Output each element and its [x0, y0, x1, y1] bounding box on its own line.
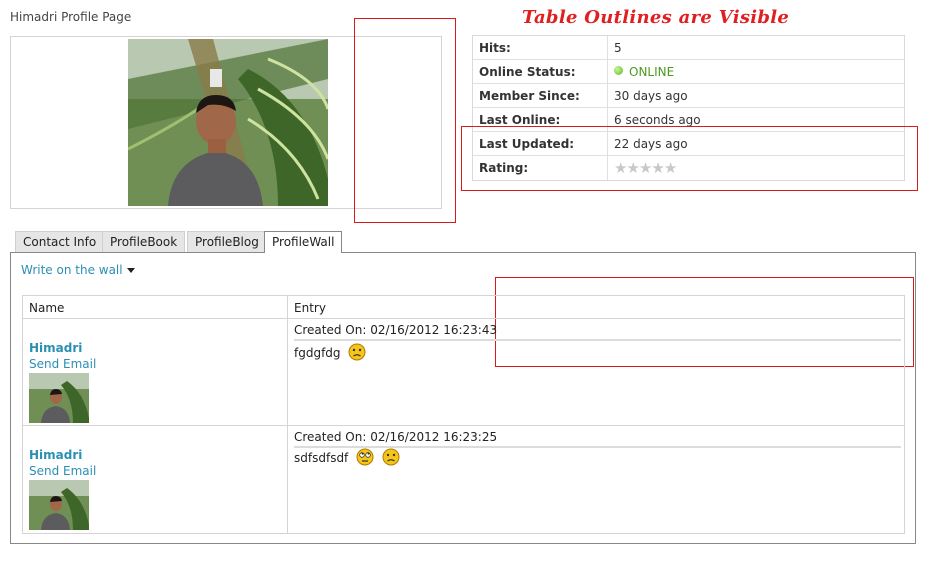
- column-header-entry: Entry: [294, 301, 326, 315]
- column-header-name: Name: [29, 301, 65, 315]
- sad-smiley-icon: [348, 343, 366, 364]
- table-row: Himadri Send Email Created On: 02/16/201…: [23, 426, 904, 533]
- entry-text: sdfsdfsdf: [294, 448, 400, 469]
- online-status-text: ONLINE: [629, 65, 675, 79]
- send-email-link[interactable]: Send Email: [29, 357, 96, 371]
- write-on-wall-label: Write on the wall: [21, 263, 123, 277]
- wall-table: Name Entry Himadri Send Email Created On…: [22, 295, 905, 534]
- caret-down-icon: [126, 268, 135, 273]
- page-title: Himadri Profile Page: [10, 10, 132, 24]
- info-value: 30 days ago: [614, 89, 688, 103]
- online-status: ONLINE: [608, 60, 674, 83]
- author-avatar[interactable]: [29, 373, 89, 423]
- tab-profilewall[interactable]: ProfileWall: [264, 231, 343, 253]
- info-value: 5: [614, 41, 622, 55]
- info-row-hits: Hits: 5: [473, 36, 904, 60]
- created-on: Created On: 02/16/2012 16:23:43: [294, 323, 498, 337]
- tab-profilebook[interactable]: ProfileBook: [102, 231, 186, 252]
- annotation-title: Table Outlines are Visible: [522, 7, 790, 28]
- entry-separator: [294, 339, 901, 341]
- wall-table-header: Name Entry: [23, 296, 904, 319]
- tab-profileblog[interactable]: ProfileBlog: [187, 231, 267, 252]
- entry-message: sdfsdfsdf: [294, 451, 349, 465]
- info-label: Member Since:: [473, 84, 608, 107]
- annotation-outline: [461, 126, 918, 191]
- annotation-outline: [354, 18, 456, 223]
- entry-text: fgdgfdg: [294, 343, 366, 364]
- send-email-link[interactable]: Send Email: [29, 464, 96, 478]
- entry-message: fgdgfdg: [294, 346, 341, 360]
- table-row: Himadri Send Email Created On: 02/16/201…: [23, 319, 904, 426]
- author-link[interactable]: Himadri: [29, 341, 82, 355]
- online-dot-icon: [614, 66, 623, 75]
- info-label: Hits:: [473, 36, 608, 59]
- rolling-eyes-smiley-icon: [356, 448, 374, 469]
- info-row-online-status: Online Status: ONLINE: [473, 60, 904, 84]
- info-row-member-since: Member Since: 30 days ago: [473, 84, 904, 108]
- sad-smiley-icon: [382, 448, 400, 469]
- info-label: Online Status:: [473, 60, 608, 83]
- profile-photo: [128, 39, 328, 206]
- tab-contact-info[interactable]: Contact Info: [15, 231, 105, 252]
- write-on-wall-link[interactable]: Write on the wall: [21, 263, 135, 277]
- author-link[interactable]: Himadri: [29, 448, 82, 462]
- created-on: Created On: 02/16/2012 16:23:25: [294, 430, 498, 444]
- author-avatar[interactable]: [29, 480, 89, 530]
